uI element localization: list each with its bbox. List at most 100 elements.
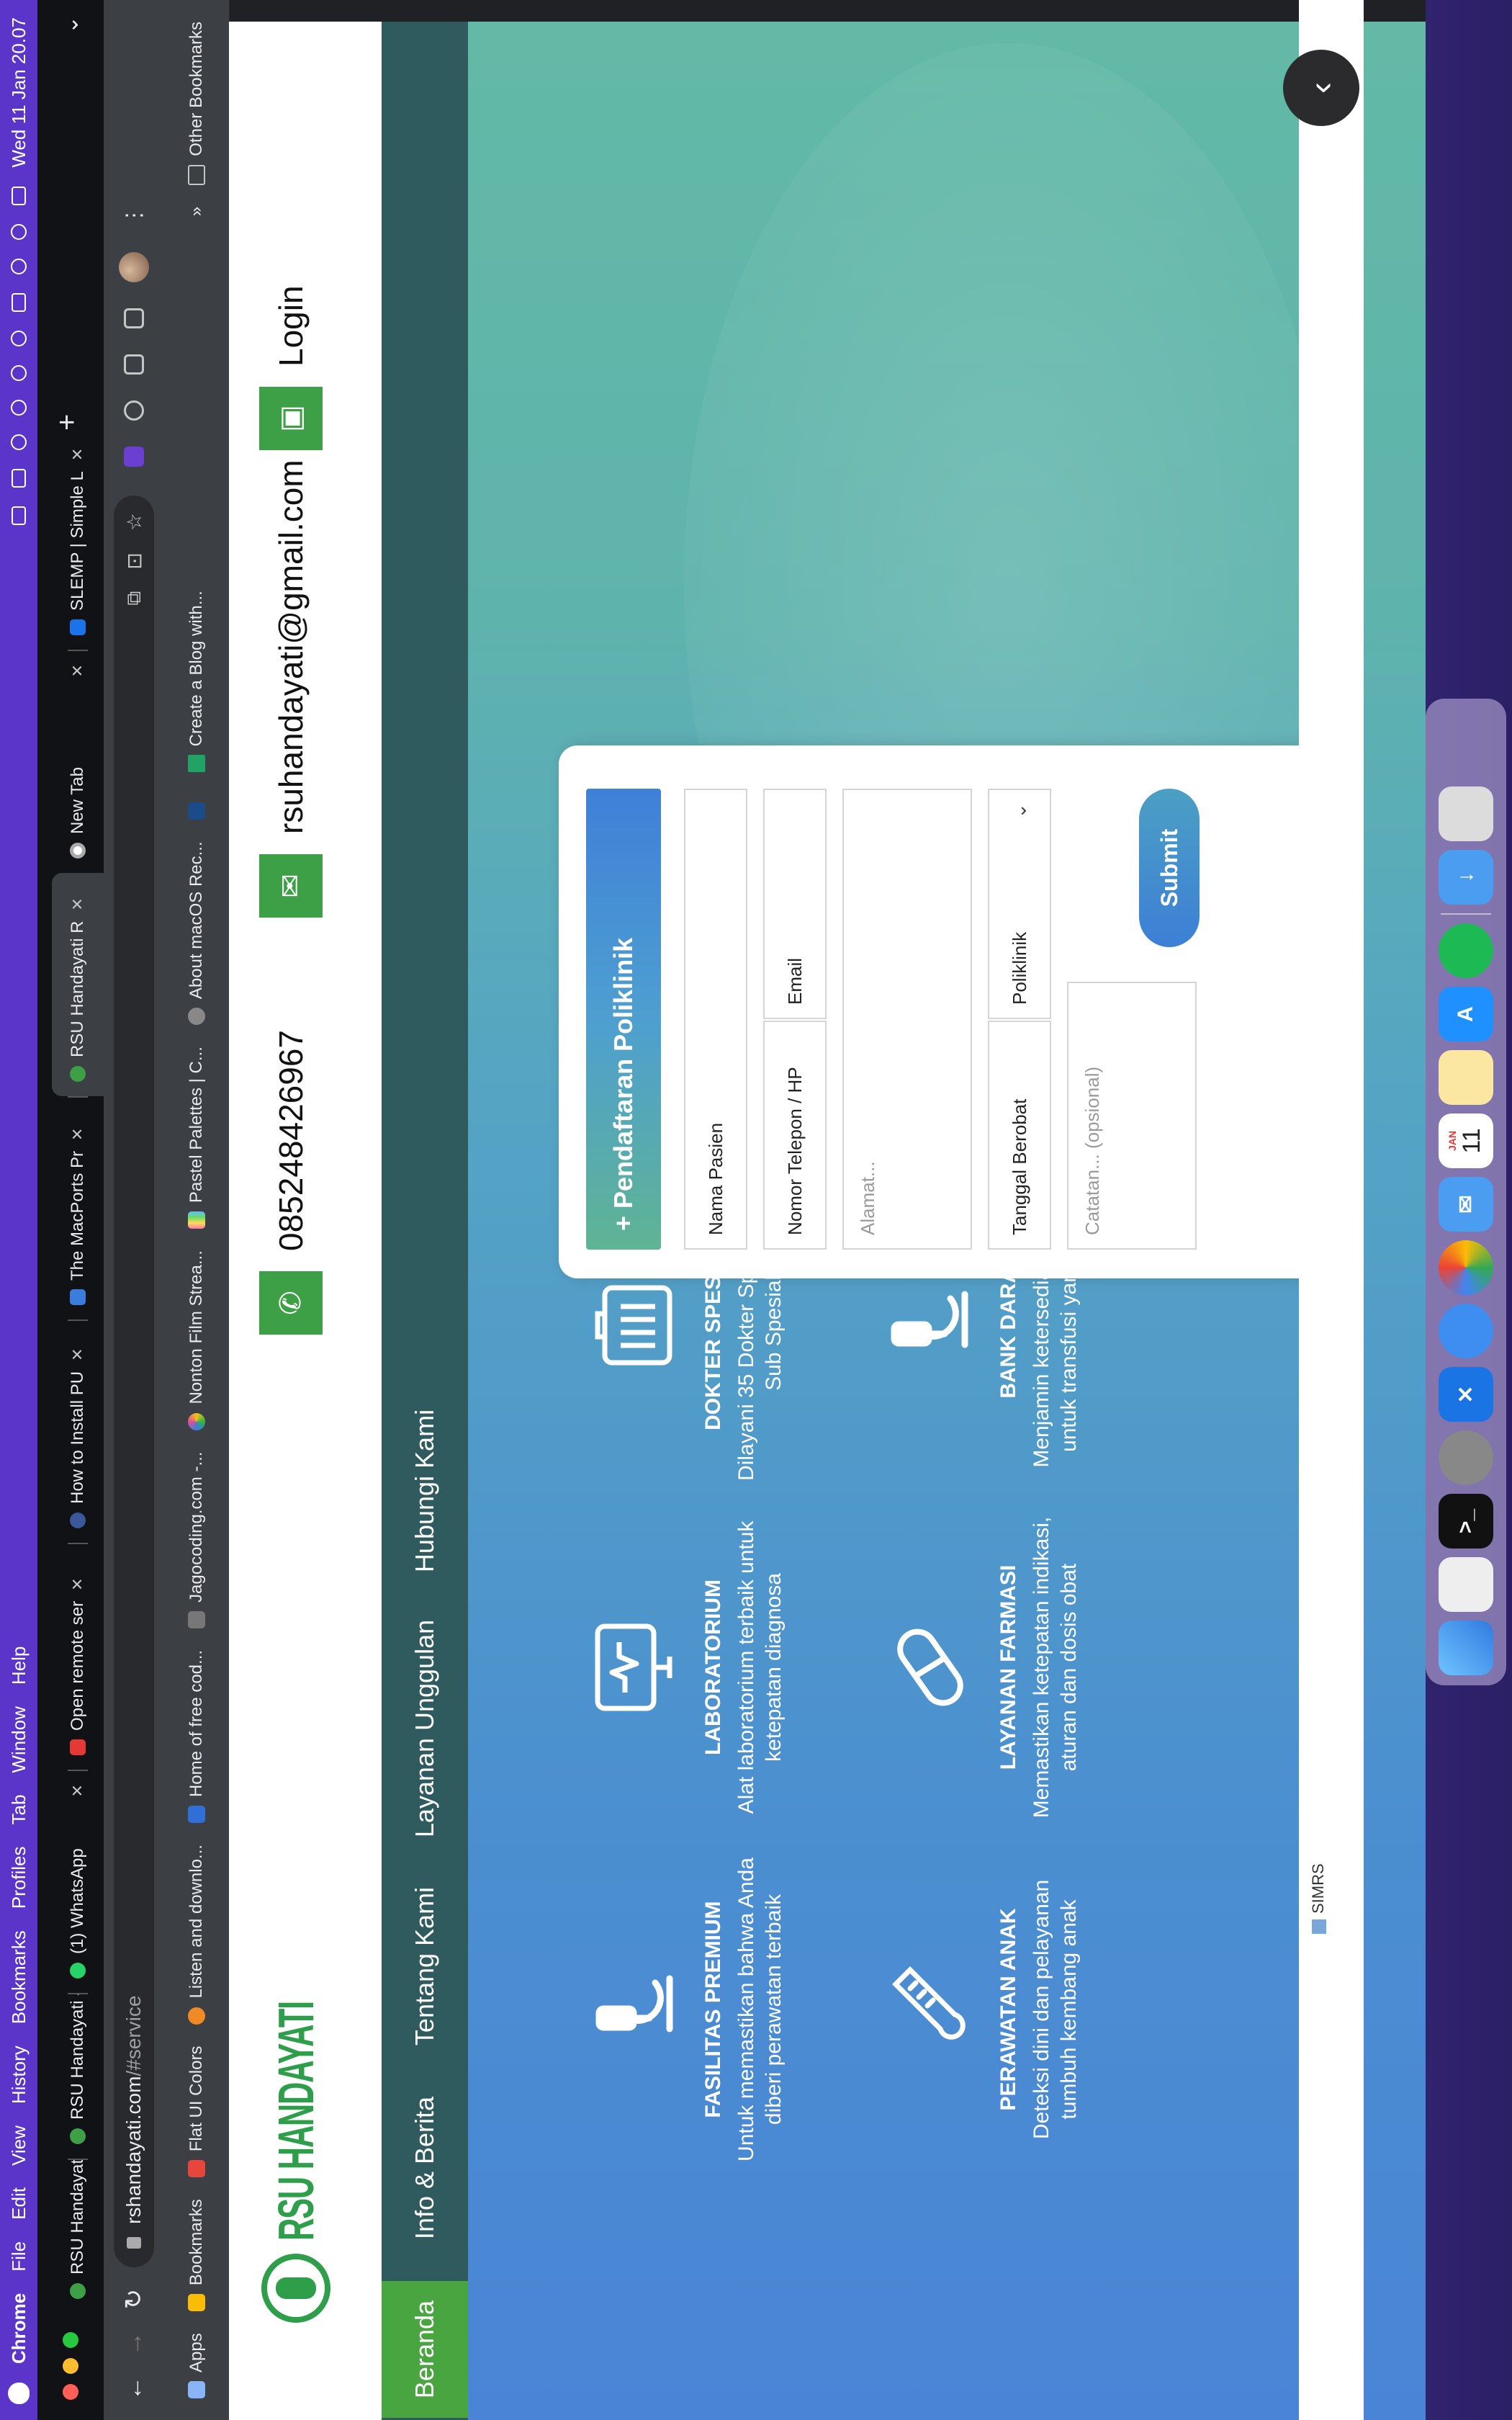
browser-tab[interactable]: SLEMP | Simple L ✕ (52, 441, 104, 650)
back-arrow-icon[interactable]: ← (120, 2375, 148, 2401)
menu-edit[interactable]: Edit (8, 2187, 30, 2220)
menu-bookmarks[interactable]: Bookmarks (8, 1930, 30, 2024)
battery-icon[interactable] (12, 292, 26, 312)
submit-button[interactable]: Submit (1139, 789, 1200, 947)
side-panel-icon[interactable] (124, 308, 144, 328)
mail-icon[interactable]: ✉ (1439, 1177, 1493, 1232)
contact-phone[interactable]: ✆ 085248426967 (259, 1030, 323, 1335)
bookmark-item[interactable]: Jagocoding.com -... (186, 1452, 207, 1628)
app-store-icon[interactable]: A (1439, 987, 1493, 1041)
nav-tentang-kami[interactable]: Tentang Kami (382, 1880, 468, 2053)
control-center-icon[interactable] (12, 186, 26, 205)
tanggal-berobat-field[interactable]: Tanggal Berobat (988, 1021, 1051, 1250)
close-tab-icon[interactable]: ✕ (68, 1128, 87, 1141)
nav-hubungi-kami[interactable]: Hubungi Kami (382, 1397, 468, 1585)
bookmark-item[interactable]: Apps (186, 2333, 207, 2398)
bookmark-item[interactable]: Flat UI Colors (186, 2046, 207, 2178)
browser-tab[interactable]: RSU Handayati -✕ (52, 1993, 104, 2159)
nav-info-berita[interactable]: Info & Berita (382, 2081, 468, 2254)
bookmark-star-icon[interactable]: ☆ (122, 513, 146, 531)
poliklinik-select[interactable]: Poliklinik ⌄ (988, 789, 1051, 1019)
spotify-icon[interactable] (1439, 923, 1493, 978)
simrs-link[interactable]: SIMRS (1309, 1863, 1328, 1934)
puzzle-extensions-icon[interactable] (124, 400, 144, 421)
bookmarks-overflow-icon[interactable]: » (186, 207, 207, 216)
notes-icon[interactable] (1439, 1050, 1493, 1105)
terminal-icon[interactable]: >_ (1439, 1494, 1493, 1549)
safari-icon[interactable] (1439, 1304, 1493, 1358)
status-app-icon[interactable] (12, 506, 26, 525)
new-tab-button[interactable]: + (51, 414, 84, 431)
browser-tab[interactable]: The MacPorts Pr ✕ (52, 1096, 104, 1319)
bookmark-item[interactable]: Create a Blog with... (186, 591, 207, 773)
bookmark-item[interactable]: Listen and downlo... (186, 1845, 207, 2025)
menu-file[interactable]: File (8, 2241, 30, 2272)
play-icon[interactable] (11, 330, 27, 346)
downloads-folder-icon[interactable]: ↓ (1439, 850, 1493, 905)
close-tab-icon[interactable]: ✕ (68, 448, 87, 461)
xcode-icon[interactable]: ✕ (1439, 1367, 1493, 1422)
nama-pasien-field[interactable]: Nama Pasien (684, 789, 747, 1250)
menu-profiles[interactable]: Profiles (8, 1846, 30, 1909)
nav-layanan-unggulan[interactable]: Layanan Unggulan (382, 1606, 468, 1851)
menu-tab[interactable]: Tab (8, 1795, 30, 1825)
bluetooth-icon[interactable] (11, 364, 27, 381)
profile-avatar[interactable] (119, 252, 149, 282)
extension-badge-icon[interactable] (124, 447, 144, 467)
browser-tab[interactable]: RSU Handayati -✕ (52, 2159, 104, 2313)
close-tab-icon[interactable]: ✕ (68, 664, 87, 677)
cloud-icon[interactable] (11, 434, 27, 450)
system-settings-icon[interactable] (1439, 1430, 1493, 1485)
zoom-window-button[interactable] (63, 2332, 78, 2348)
spotlight-search-icon[interactable] (11, 223, 27, 240)
forward-arrow-icon[interactable]: → (120, 2331, 148, 2357)
chrome-icon[interactable] (1439, 1240, 1493, 1295)
launchpad-icon[interactable] (1439, 1557, 1493, 1612)
bookmark-item[interactable] (188, 794, 205, 820)
more-menu-icon[interactable]: ⋮ (122, 205, 147, 226)
tab-search-chevron-icon[interactable]: ⌄ (58, 16, 84, 34)
alamat-textarea[interactable]: Alamat... (842, 789, 972, 1250)
close-tab-icon[interactable]: ✕ (68, 1348, 87, 1361)
contact-email[interactable]: ✉ rsuhandayati@gmail.com (259, 460, 323, 918)
wifi-icon[interactable] (11, 258, 27, 274)
email-field[interactable]: Email (763, 789, 827, 1019)
calendar-icon[interactable]: JAN 11 (1439, 1113, 1493, 1168)
minimize-window-button[interactable] (63, 2358, 78, 2374)
menu-view[interactable]: View (8, 2125, 30, 2166)
menu-app-name[interactable]: Chrome (8, 2293, 30, 2364)
close-tab-icon[interactable]: ✕ (68, 1784, 87, 1797)
bookmark-item[interactable]: Pastel Palettes | C... (186, 1047, 207, 1229)
install-app-icon[interactable]: ⊡ (122, 552, 146, 569)
site-logo[interactable]: RSU HANDAYATI (261, 1855, 330, 2323)
address-bar[interactable]: rshandayati.com/#service ⧉ ⊡ ☆ (114, 496, 154, 2267)
bookmark-item[interactable]: Home of free cod... (186, 1650, 207, 1824)
other-bookmarks[interactable]: Other Bookmarks (186, 22, 207, 185)
nav-beranda[interactable]: Beranda (382, 2281, 468, 2418)
reload-icon[interactable]: ↻ (120, 2286, 148, 2312)
apple-menu-icon[interactable] (8, 2383, 30, 2404)
close-tab-icon[interactable]: ✕ (68, 897, 87, 910)
browser-tab[interactable]: How to Install PU ✕ (52, 1319, 104, 1543)
browser-tab[interactable]: New Tab ✕ (52, 650, 104, 873)
browser-tab-active[interactable]: RSU Handayati R ✕ (52, 873, 104, 1096)
menu-window[interactable]: Window (8, 1706, 30, 1773)
bookmark-item[interactable]: About macOS Rec... (186, 841, 207, 1026)
telepon-field[interactable]: Nomor Telepon / HP (763, 1021, 827, 1250)
status-text-icon[interactable] (12, 468, 26, 488)
menu-help[interactable]: Help (8, 1646, 30, 1685)
reading-list-icon[interactable] (124, 354, 144, 375)
menu-history[interactable]: History (8, 2045, 30, 2104)
open-in-window-icon[interactable]: ⧉ (122, 591, 146, 606)
trash-icon[interactable] (1439, 786, 1493, 841)
volume-icon[interactable] (11, 399, 27, 416)
browser-tab[interactable]: Open remote ser ✕ (52, 1543, 104, 1770)
chevron-left-icon[interactable]: ‹ (1283, 50, 1359, 126)
bookmark-item[interactable]: Bookmarks (186, 2199, 207, 2312)
browser-tab[interactable]: (1) WhatsApp ✕ (52, 1770, 104, 1993)
close-window-button[interactable] (63, 2384, 78, 2400)
login-link[interactable]: ▣ Login (259, 285, 323, 450)
catatan-textarea[interactable]: Catatan... (opsional) (1067, 982, 1197, 1250)
finder-icon[interactable] (1439, 1621, 1493, 1675)
lock-icon[interactable] (127, 2237, 141, 2249)
